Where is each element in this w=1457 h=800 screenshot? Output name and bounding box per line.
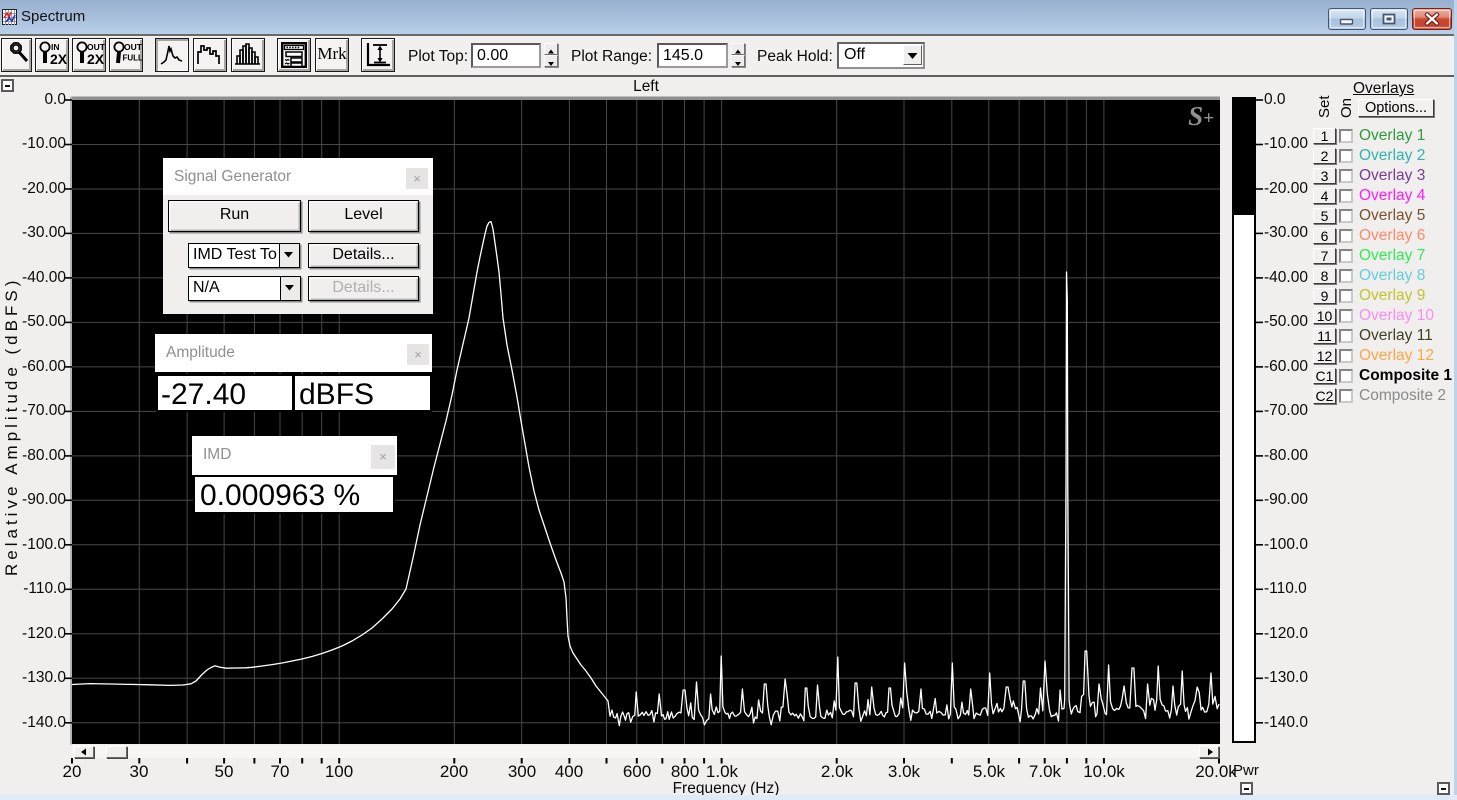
svg-text:FULL: FULL [123, 54, 143, 63]
svg-text:2X: 2X [87, 51, 105, 67]
svg-text:2X: 2X [50, 51, 68, 67]
svg-text:OUT: OUT [124, 42, 142, 52]
